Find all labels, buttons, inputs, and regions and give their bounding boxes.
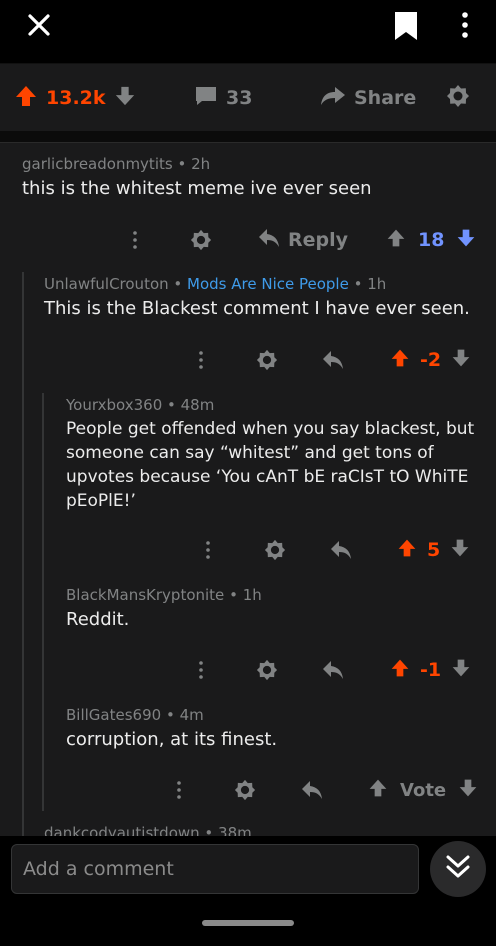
downvote-icon[interactable]	[456, 228, 476, 253]
more-vertical-icon[interactable]	[201, 530, 215, 570]
comment-vote: 18	[386, 220, 476, 260]
comment-body: This is the Blackest comment I have ever…	[44, 298, 470, 319]
comment-meta: BillGates690 • 4m	[66, 706, 204, 724]
home-indicator	[202, 920, 294, 926]
comment-age: 2h	[191, 155, 211, 173]
downvote-icon[interactable]	[114, 85, 136, 112]
post-action-bar: 13.2k 33 Share	[0, 63, 496, 131]
comment-age: 4m	[179, 706, 204, 724]
comment-meta: Yourxbox360 • 48m	[66, 396, 215, 414]
reply-button[interactable]: Reply	[258, 220, 348, 260]
comment-age: 1h	[242, 586, 262, 604]
comment-age: 48m	[180, 396, 215, 414]
downvote-icon[interactable]	[458, 778, 478, 803]
more-vertical-icon[interactable]	[128, 220, 142, 260]
upvote-icon[interactable]	[390, 348, 410, 373]
comment-actions: Vote	[0, 770, 496, 810]
upvote-icon[interactable]	[14, 84, 38, 113]
reply-label: Reply	[288, 229, 349, 251]
comment-vote: -2	[390, 340, 471, 380]
comment-body: People get offended when you say blackes…	[66, 419, 475, 511]
top-bar	[0, 0, 496, 62]
comment: UnlawfulCrouton • Mods Are Nice People •…	[44, 275, 484, 321]
comment-meta: UnlawfulCrouton • Mods Are Nice People •…	[44, 275, 387, 293]
more-vertical-icon[interactable]	[194, 340, 208, 380]
comment: BlackMansKryptonite • 1h Reddit.	[66, 586, 486, 632]
reply-icon[interactable]	[330, 530, 352, 570]
reply-icon[interactable]	[322, 340, 344, 380]
comment-author[interactable]: BillGates690	[66, 706, 161, 724]
comment-count: 33	[226, 87, 253, 109]
downvote-icon[interactable]	[451, 658, 471, 683]
close-icon[interactable]	[24, 10, 54, 40]
comment-age: 38m	[218, 824, 252, 836]
award-icon[interactable]	[264, 530, 286, 570]
award-button[interactable]	[446, 64, 470, 132]
bookmark-icon[interactable]	[393, 10, 419, 42]
award-icon[interactable]	[234, 770, 256, 810]
comment-body: this is the whitest meme ive ever seen	[22, 178, 372, 199]
comment: garlicbreadonmytits • 2h this is the whi…	[22, 155, 482, 201]
comment-vote: 5	[397, 530, 470, 570]
reply-icon	[258, 228, 280, 253]
comment-score: -2	[420, 349, 442, 371]
user-flair: Mods Are Nice People	[187, 275, 349, 293]
comment-score: -1	[420, 659, 442, 681]
comment-author[interactable]: BlackMansKryptonite	[66, 586, 224, 604]
post-vote: 13.2k	[14, 64, 136, 132]
comment-actions: Reply 18	[0, 220, 496, 260]
share-label: Share	[354, 87, 417, 109]
award-icon[interactable]	[256, 650, 278, 690]
comment-meta: BlackMansKryptonite • 1h	[66, 586, 262, 604]
comment-meta: garlicbreadonmytits • 2h	[22, 155, 211, 173]
upvote-icon[interactable]	[397, 538, 417, 563]
comment-body: Reddit.	[66, 609, 130, 630]
comment-list: garlicbreadonmytits • 2h this is the whi…	[0, 143, 496, 836]
downvote-icon[interactable]	[450, 538, 470, 563]
post-score: 13.2k	[46, 87, 106, 109]
thread-line[interactable]	[42, 393, 44, 811]
more-vertical-icon[interactable]	[194, 650, 208, 690]
comment-actions: -1	[0, 650, 496, 690]
share-button[interactable]: Share	[320, 64, 416, 132]
comment-body: corruption, at its finest.	[66, 729, 278, 750]
comments-button[interactable]: 33	[194, 64, 252, 132]
bottom-bar: Add a comment	[0, 836, 496, 946]
double-chevron-down-icon	[445, 853, 471, 885]
award-icon[interactable]	[190, 220, 212, 260]
comment-actions: -2	[0, 340, 496, 380]
comment-icon	[194, 85, 218, 112]
upvote-icon[interactable]	[368, 778, 388, 803]
comment-vote: Vote	[368, 770, 478, 810]
comment: Yourxbox360 • 48m People get offended wh…	[66, 396, 492, 513]
vote-label: Vote	[400, 779, 447, 801]
upvote-icon[interactable]	[390, 658, 410, 683]
section-divider	[0, 131, 496, 143]
award-icon	[446, 84, 470, 113]
jump-next-comment-button[interactable]	[430, 841, 486, 897]
reply-icon[interactable]	[322, 650, 344, 690]
comment-vote: -1	[390, 650, 471, 690]
add-comment-input[interactable]: Add a comment	[11, 844, 419, 894]
more-vertical-icon[interactable]	[455, 10, 475, 42]
share-arrow-icon	[320, 85, 346, 112]
comment-actions: 5	[0, 530, 496, 570]
comment-meta: dankcodyautistdown • 38m	[44, 824, 464, 836]
award-icon[interactable]	[256, 340, 278, 380]
comment-author[interactable]: Yourxbox360	[66, 396, 162, 414]
more-vertical-icon[interactable]	[172, 770, 186, 810]
comment-author[interactable]: dankcodyautistdown	[44, 824, 200, 836]
comment-score: 5	[427, 539, 441, 561]
downvote-icon[interactable]	[451, 348, 471, 373]
upvote-icon[interactable]	[386, 228, 406, 253]
comment-author[interactable]: UnlawfulCrouton	[44, 275, 169, 293]
comment-score: 18	[418, 229, 445, 251]
comment: BillGates690 • 4m corruption, at its fin…	[66, 706, 486, 752]
reply-icon[interactable]	[301, 770, 323, 810]
comment-age: 1h	[367, 275, 387, 293]
comment-author[interactable]: garlicbreadonmytits	[22, 155, 173, 173]
comment: dankcodyautistdown • 38m	[44, 824, 464, 836]
